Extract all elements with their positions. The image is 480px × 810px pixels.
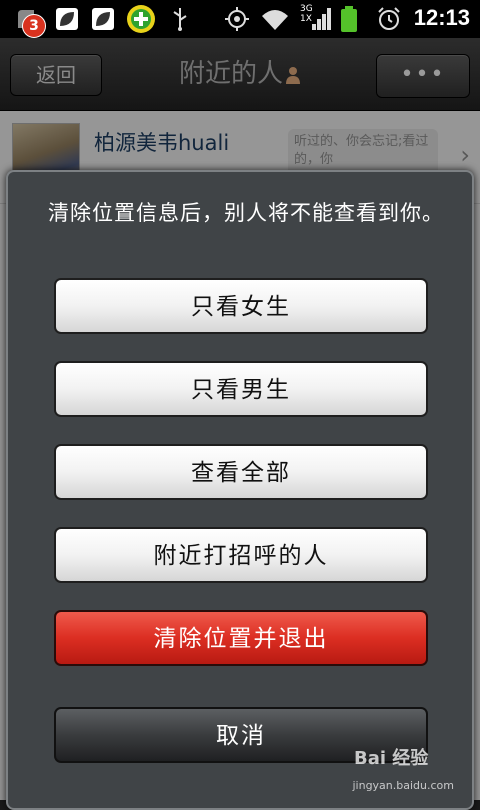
battery-icon: [341, 6, 357, 32]
gps-icon: [225, 7, 249, 31]
title-bar: 返回 附近的人 •••: [0, 38, 480, 111]
leaf-app-icon: [92, 8, 114, 30]
leaf-app-icon: [56, 8, 78, 30]
wifi-icon: [262, 10, 288, 30]
network-type-label: 3G 1X: [300, 4, 313, 24]
notification-count-badge: 3: [22, 14, 46, 38]
female-only-button[interactable]: 只看女生: [54, 278, 428, 334]
nearby-greeters-button[interactable]: 附近打招呼的人: [54, 527, 428, 583]
page-title-text: 附近的人: [178, 59, 283, 89]
network-label-top: 3G: [300, 4, 313, 14]
baidu-watermark: Bai 经验: [354, 748, 429, 769]
person-icon: [286, 66, 300, 84]
usb-icon: [173, 8, 187, 31]
dialog-message: 清除位置信息后，别人将不能查看到你。: [48, 201, 444, 225]
alarm-icon: [378, 7, 400, 30]
watermark-url: jingyan.baidu.com: [352, 779, 454, 792]
more-options-button[interactable]: •••: [376, 54, 470, 98]
plus-app-icon: [127, 5, 155, 33]
male-only-button[interactable]: 只看男生: [54, 361, 428, 417]
network-label-bottom: 1X: [300, 14, 312, 24]
signal-icon: [312, 8, 331, 30]
status-bar: 3 3G 1X 12:13: [0, 0, 480, 38]
status-clock: 12:13: [413, 5, 470, 30]
view-all-button[interactable]: 查看全部: [54, 444, 428, 500]
options-dialog: 清除位置信息后，别人将不能查看到你。 只看女生 只看男生 查看全部 附近打招呼的…: [6, 170, 474, 810]
clear-location-exit-button[interactable]: 清除位置并退出: [54, 610, 428, 666]
